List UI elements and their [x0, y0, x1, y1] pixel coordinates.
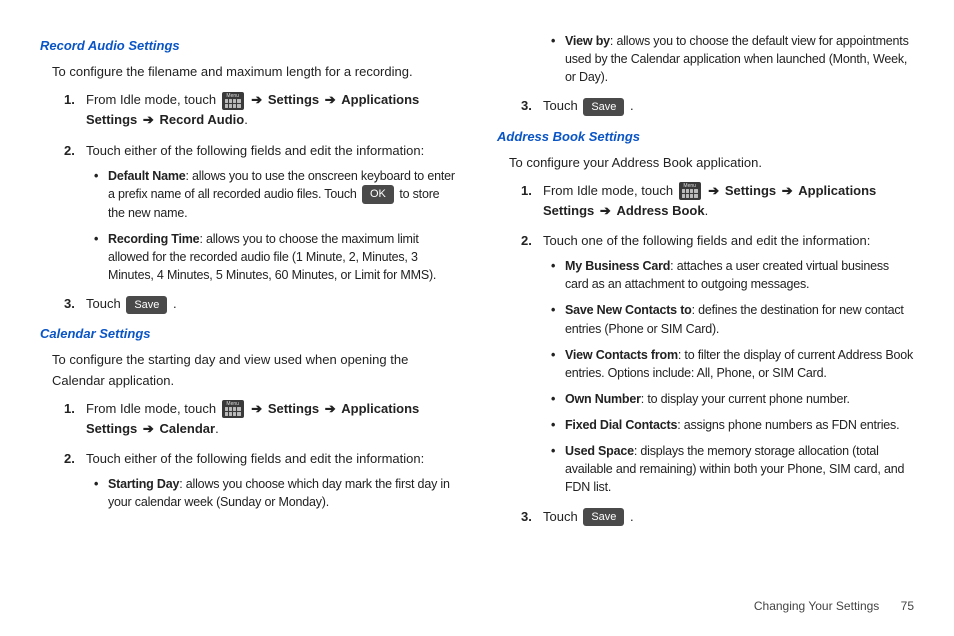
right-column: View by: allows you to choose the defaul…: [497, 32, 914, 537]
step-1: 1. From Idle mode, touch ➔ Settings ➔ Ap…: [64, 399, 457, 439]
arrow-icon: ➔: [143, 421, 154, 436]
bullet-view-contacts-from: View Contacts from: to filter the displa…: [551, 346, 914, 382]
step-2: 2. Touch one of the following fields and…: [521, 231, 914, 497]
bullet-fixed-dial-contacts: Fixed Dial Contacts: assigns phone numbe…: [551, 416, 914, 434]
save-button[interactable]: Save: [583, 98, 624, 116]
nav-calendar: Calendar: [159, 421, 215, 436]
step-text: From Idle mode, touch: [86, 92, 220, 107]
bullets-address-book: My Business Card: attaches a user create…: [551, 257, 914, 496]
arrow-icon: ➔: [251, 401, 262, 416]
bullets-calendar-cont: View by: allows you to choose the defaul…: [551, 32, 914, 86]
bullet-own-number: Own Number: to display your current phon…: [551, 390, 914, 408]
steps-record-audio: 1. From Idle mode, touch ➔ Settings ➔ Ap…: [64, 90, 457, 314]
step-text: Touch: [543, 509, 581, 524]
arrow-icon: ➔: [782, 183, 793, 198]
bullet-my-business-card: My Business Card: attaches a user create…: [551, 257, 914, 293]
term: Default Name: [108, 169, 185, 183]
steps-address-book: 1. From Idle mode, touch ➔ Settings ➔ Ap…: [521, 181, 914, 527]
step-2: 2. Touch either of the following fields …: [64, 141, 457, 285]
intro-record-audio: To configure the filename and maximum le…: [52, 62, 457, 82]
period: .: [244, 112, 248, 127]
bullet-recording-time: Recording Time: allows you to choose the…: [94, 230, 457, 284]
menu-icon: [679, 182, 701, 200]
step-3: 3. Touch Save .: [521, 507, 914, 527]
bullet-save-new-contacts: Save New Contacts to: defines the destin…: [551, 301, 914, 337]
term: Fixed Dial Contacts: [565, 418, 677, 432]
bullet-starting-day: Starting Day: allows you choose which da…: [94, 475, 457, 511]
period: .: [215, 421, 219, 436]
term: View by: [565, 34, 610, 48]
heading-address-book: Address Book Settings: [497, 127, 914, 147]
term: Save New Contacts to: [565, 303, 692, 317]
arrow-icon: ➔: [325, 401, 336, 416]
intro-calendar: To configure the starting day and view u…: [52, 350, 457, 390]
term: Recording Time: [108, 232, 199, 246]
nav-record-audio: Record Audio: [159, 112, 244, 127]
step-text: From Idle mode, touch: [543, 183, 677, 198]
step-text: Touch: [86, 296, 124, 311]
step-3: 3. Touch Save .: [64, 294, 457, 314]
footer-section: Changing Your Settings: [754, 599, 879, 613]
bullets-calendar: Starting Day: allows you choose which da…: [94, 475, 457, 511]
bullets-record-audio: Default Name: allows you to use the onsc…: [94, 167, 457, 284]
arrow-icon: ➔: [251, 92, 262, 107]
ok-button[interactable]: OK: [362, 185, 394, 203]
term: View Contacts from: [565, 348, 678, 362]
step-text: Touch one of the following fields and ed…: [543, 233, 870, 248]
save-button[interactable]: Save: [126, 296, 167, 314]
period: .: [705, 203, 709, 218]
term: Used Space: [565, 444, 634, 458]
menu-icon: [222, 92, 244, 110]
desc: : assigns phone numbers as FDN entries.: [677, 418, 899, 432]
step-2: 2. Touch either of the following fields …: [64, 449, 457, 511]
steps-calendar-cont: View by: allows you to choose the defaul…: [521, 32, 914, 117]
footer-page-number: 75: [901, 599, 914, 613]
arrow-icon: ➔: [143, 112, 154, 127]
arrow-icon: ➔: [708, 183, 719, 198]
nav-settings: Settings: [268, 92, 319, 107]
bullet-default-name: Default Name: allows you to use the onsc…: [94, 167, 457, 222]
desc: : allows you to choose the default view …: [565, 34, 909, 84]
bullet-used-space: Used Space: displays the memory storage …: [551, 442, 914, 496]
step-1: 1. From Idle mode, touch ➔ Settings ➔ Ap…: [521, 181, 914, 221]
heading-calendar: Calendar Settings: [40, 324, 457, 344]
intro-address-book: To configure your Address Book applicati…: [509, 153, 914, 173]
nav-settings: Settings: [725, 183, 776, 198]
arrow-icon: ➔: [325, 92, 336, 107]
term: Starting Day: [108, 477, 179, 491]
page-columns: Record Audio Settings To configure the f…: [40, 32, 914, 537]
step-text: Touch: [543, 98, 581, 113]
step-text: From Idle mode, touch: [86, 401, 220, 416]
bullet-view-by: View by: allows you to choose the defaul…: [551, 32, 914, 86]
term: Own Number: [565, 392, 641, 406]
step-1: 1. From Idle mode, touch ➔ Settings ➔ Ap…: [64, 90, 457, 130]
step-text: Touch either of the following fields and…: [86, 143, 424, 158]
period: .: [173, 296, 177, 311]
left-column: Record Audio Settings To configure the f…: [40, 32, 457, 537]
arrow-icon: ➔: [600, 203, 611, 218]
step-3: 3. Touch Save .: [521, 96, 914, 116]
save-button[interactable]: Save: [583, 508, 624, 526]
desc: : to display your current phone number.: [641, 392, 850, 406]
period: .: [630, 509, 634, 524]
term: My Business Card: [565, 259, 670, 273]
heading-record-audio: Record Audio Settings: [40, 36, 457, 56]
step-2-cont: View by: allows you to choose the defaul…: [521, 32, 914, 86]
steps-calendar: 1. From Idle mode, touch ➔ Settings ➔ Ap…: [64, 399, 457, 512]
page-footer: Changing Your Settings 75: [754, 597, 914, 616]
menu-icon: [222, 400, 244, 418]
nav-settings: Settings: [268, 401, 319, 416]
period: .: [630, 98, 634, 113]
nav-address-book: Address Book: [616, 203, 704, 218]
step-text: Touch either of the following fields and…: [86, 451, 424, 466]
